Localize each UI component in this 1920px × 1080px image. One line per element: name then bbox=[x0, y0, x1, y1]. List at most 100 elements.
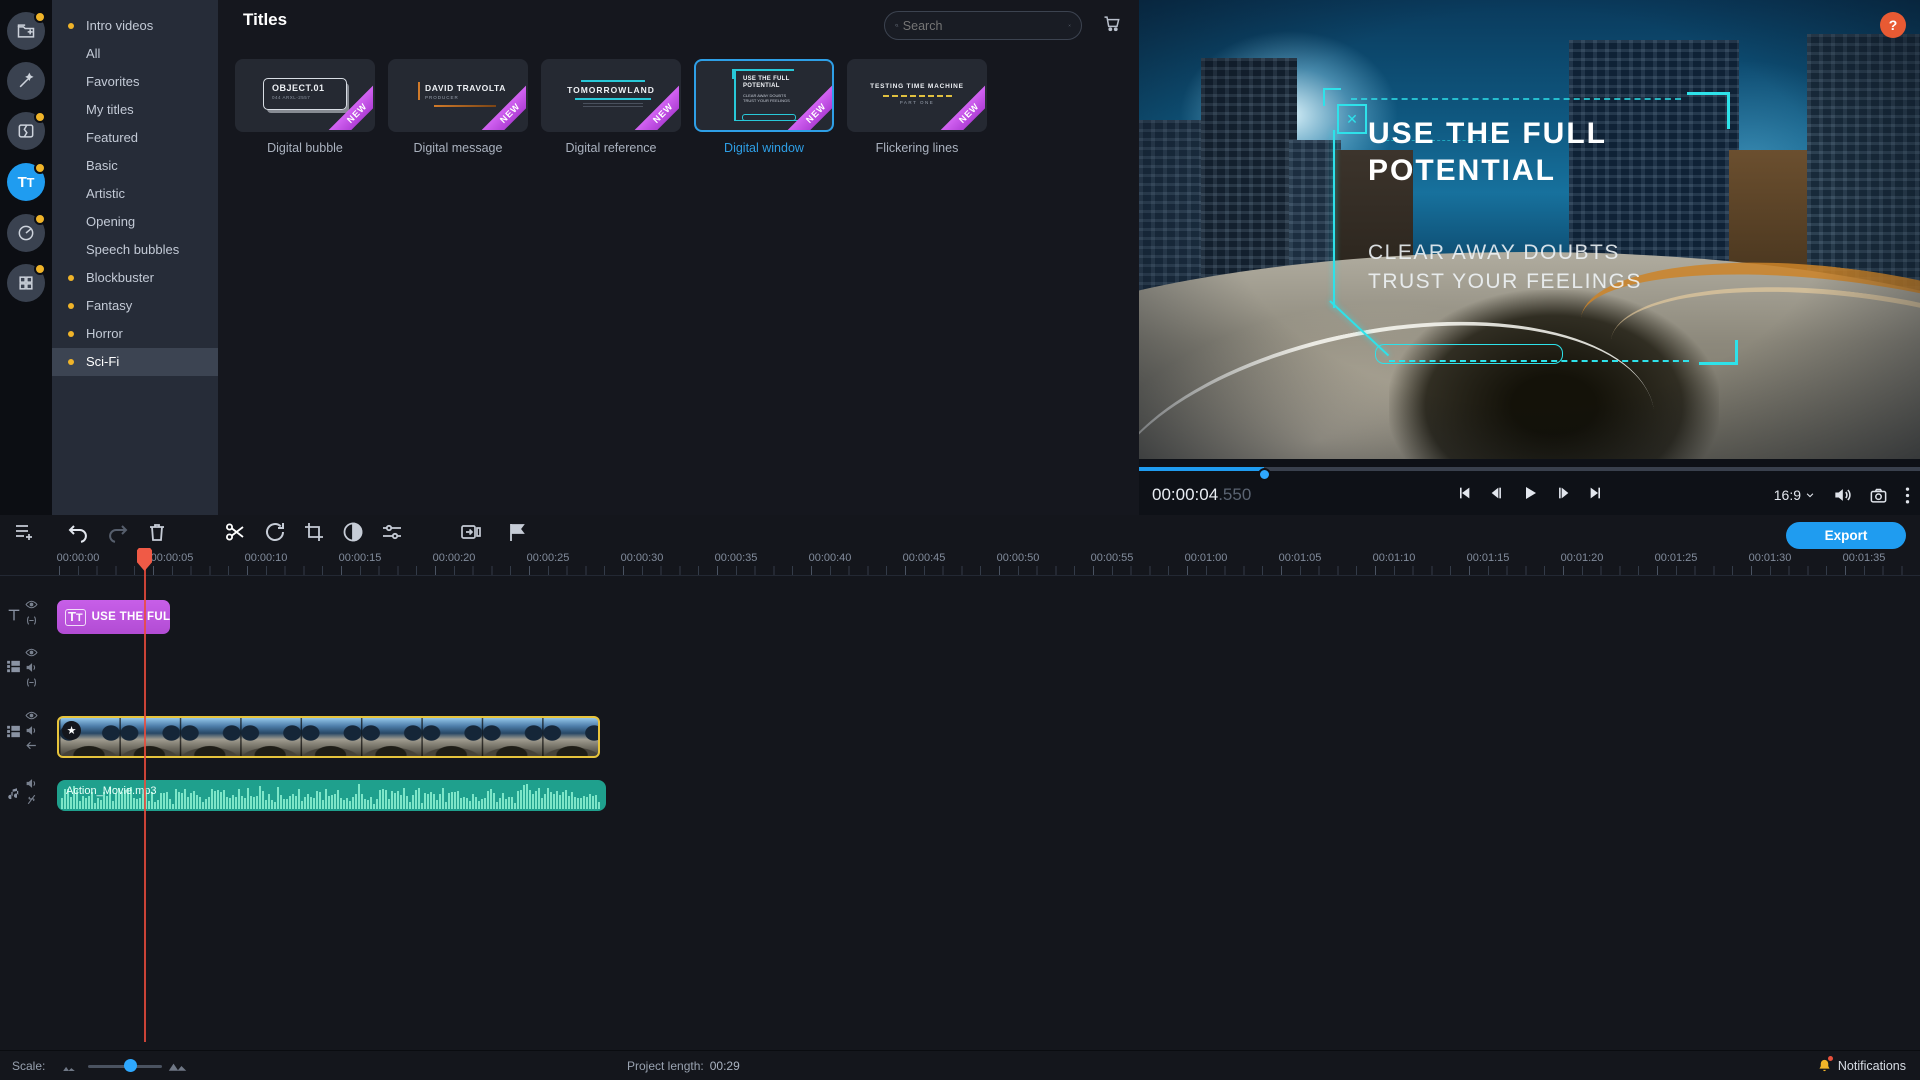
title-card-digital-window[interactable]: USE THE FULL POTENTIAL CLEAR AWAY DOUBTS… bbox=[694, 59, 834, 155]
titles-icon: TT bbox=[18, 174, 35, 191]
sidebar-item-opening[interactable]: Opening bbox=[52, 208, 218, 236]
link-icon[interactable] bbox=[25, 676, 38, 689]
ruler-label: 00:00:50 bbox=[997, 552, 1040, 564]
snapshot-camera-icon[interactable] bbox=[1869, 486, 1888, 505]
title-clip[interactable]: TT USE THE FUL bbox=[57, 600, 170, 634]
crop-button[interactable] bbox=[302, 520, 326, 544]
overlay-close-icon[interactable]: ✕ bbox=[1337, 104, 1367, 134]
zoom-out-mountains-icon[interactable] bbox=[62, 1063, 76, 1072]
eye-icon[interactable] bbox=[25, 598, 38, 611]
ruler-label: 00:01:35 bbox=[1843, 552, 1886, 564]
play-button[interactable] bbox=[1522, 485, 1538, 501]
overlay-title-text: USE THE FULL POTENTIAL bbox=[1368, 115, 1607, 189]
sidebar-item-label: Intro videos bbox=[86, 18, 153, 33]
eye-icon[interactable] bbox=[25, 646, 38, 659]
sidebar-item-sci-fi[interactable]: Sci-Fi bbox=[52, 348, 218, 376]
title-clip-label: USE THE FUL bbox=[92, 611, 170, 623]
titles-button[interactable]: TT bbox=[7, 163, 45, 201]
eye-icon[interactable] bbox=[25, 709, 38, 722]
sidebar-item-favorites[interactable]: Favorites bbox=[52, 68, 218, 96]
sidebar-item-horror[interactable]: Horror bbox=[52, 320, 218, 348]
overlay-pill bbox=[1375, 344, 1563, 364]
link-off-icon[interactable] bbox=[25, 793, 38, 806]
audio-clip[interactable]: Action_Movie.mp3 bbox=[57, 780, 606, 811]
notifications-button[interactable]: Notifications bbox=[1817, 1058, 1906, 1073]
ruler-label: 00:01:10 bbox=[1373, 552, 1416, 564]
rotate-button[interactable] bbox=[263, 520, 287, 544]
filters-button[interactable] bbox=[7, 62, 45, 100]
transitions-button[interactable] bbox=[7, 112, 45, 150]
sidebar-item-my-titles[interactable]: My titles bbox=[52, 96, 218, 124]
sidebar-item-fantasy[interactable]: Fantasy bbox=[52, 292, 218, 320]
redo-button[interactable] bbox=[106, 520, 130, 544]
more-options-icon[interactable] bbox=[1905, 486, 1910, 505]
sidebar-item-blockbuster[interactable]: Blockbuster bbox=[52, 264, 218, 292]
previous-frame-button[interactable] bbox=[1489, 485, 1505, 501]
export-button[interactable]: Export bbox=[1786, 522, 1906, 549]
skip-to-end-button[interactable] bbox=[1588, 485, 1604, 501]
update-dot bbox=[34, 263, 46, 275]
undo-button[interactable] bbox=[66, 520, 90, 544]
color-adjustments-button[interactable] bbox=[341, 520, 365, 544]
ruler-label: 00:01:15 bbox=[1467, 552, 1510, 564]
split-button[interactable] bbox=[223, 520, 247, 544]
transitions-icon bbox=[16, 121, 36, 141]
stickers-icon bbox=[16, 223, 36, 243]
speaker-icon[interactable] bbox=[25, 724, 38, 737]
clip-properties-button[interactable] bbox=[380, 520, 404, 544]
audio-track-icon bbox=[7, 787, 22, 802]
magic-wand-icon bbox=[16, 71, 36, 91]
slideshow-wizard-button[interactable] bbox=[459, 520, 483, 544]
skip-to-start-button[interactable] bbox=[1456, 485, 1472, 501]
chevron-down-icon bbox=[1805, 490, 1815, 500]
sidebar-item-all[interactable]: All bbox=[52, 40, 218, 68]
scale-slider-handle[interactable] bbox=[124, 1059, 137, 1072]
overlay-frame-line bbox=[1333, 130, 1335, 308]
sidebar-item-intro-videos[interactable]: Intro videos bbox=[52, 12, 218, 40]
video-frame: ✕ USE THE FULL POTENTIAL CLEAR AWAY DOUB… bbox=[1139, 0, 1920, 459]
audio-clip-label: Action_Movie.mp3 bbox=[66, 785, 157, 797]
ruler-ticks bbox=[59, 566, 1920, 575]
volume-icon[interactable] bbox=[1832, 485, 1852, 505]
video-clip[interactable]: ★ bbox=[57, 716, 600, 758]
title-card-flickering-lines[interactable]: TESTING TIME MACHINE PART ONE NEW Flicke… bbox=[847, 59, 987, 155]
import-button[interactable] bbox=[7, 12, 45, 50]
zoom-in-mountains-icon[interactable] bbox=[168, 1060, 187, 1072]
playhead-line bbox=[144, 549, 146, 1042]
search-input[interactable] bbox=[899, 19, 1068, 33]
sidebar-item-basic[interactable]: Basic bbox=[52, 152, 218, 180]
seek-bar[interactable] bbox=[1139, 467, 1920, 471]
add-track-button[interactable] bbox=[12, 520, 36, 544]
stickers-button[interactable] bbox=[7, 214, 45, 252]
speaker-icon[interactable] bbox=[25, 661, 38, 674]
sidebar-item-speech-bubbles[interactable]: Speech bubbles bbox=[52, 236, 218, 264]
more-tools-button[interactable] bbox=[7, 264, 45, 302]
delete-button[interactable] bbox=[145, 520, 169, 544]
title-card-label: Flickering lines bbox=[847, 141, 987, 155]
sidebar-item-featured[interactable]: Featured bbox=[52, 124, 218, 152]
link-icon[interactable] bbox=[25, 614, 38, 627]
ruler-label: 00:00:45 bbox=[903, 552, 946, 564]
favorite-star-badge: ★ bbox=[62, 721, 81, 740]
overlay-dashed-line bbox=[1351, 98, 1681, 100]
store-cart-icon[interactable] bbox=[1102, 13, 1122, 33]
clear-search-icon[interactable] bbox=[1068, 20, 1071, 31]
title-card-digital-bubble[interactable]: OBJECT.01 044 ARXL-2557 NEW Digital bubb… bbox=[235, 59, 375, 155]
timeline-ruler[interactable]: 00:00:0000:00:0500:00:1000:00:1500:00:20… bbox=[0, 549, 1920, 576]
arrow-left-icon[interactable] bbox=[25, 739, 38, 752]
sidebar-item-artistic[interactable]: Artistic bbox=[52, 180, 218, 208]
new-badge: NEW bbox=[932, 77, 986, 131]
aspect-ratio-select[interactable]: 16:9 bbox=[1774, 487, 1815, 503]
search-box[interactable] bbox=[884, 11, 1082, 40]
more-tools-grid-icon bbox=[16, 273, 36, 293]
sidebar-item-label: Speech bubbles bbox=[86, 242, 179, 257]
marker-button[interactable] bbox=[505, 520, 529, 544]
title-cards-row: OBJECT.01 044 ARXL-2557 NEW Digital bubb… bbox=[235, 59, 987, 155]
help-button[interactable]: ? bbox=[1880, 12, 1906, 38]
seek-handle[interactable] bbox=[1258, 468, 1271, 481]
title-card-digital-reference[interactable]: TOMORROWLAND NEW Digital reference bbox=[541, 59, 681, 155]
speaker-icon[interactable] bbox=[25, 777, 38, 790]
next-frame-button[interactable] bbox=[1555, 485, 1571, 501]
new-badge: NEW bbox=[779, 77, 833, 131]
title-card-digital-message[interactable]: DAVID TRAVOLTA PRODUCER NEW Digital mess… bbox=[388, 59, 528, 155]
